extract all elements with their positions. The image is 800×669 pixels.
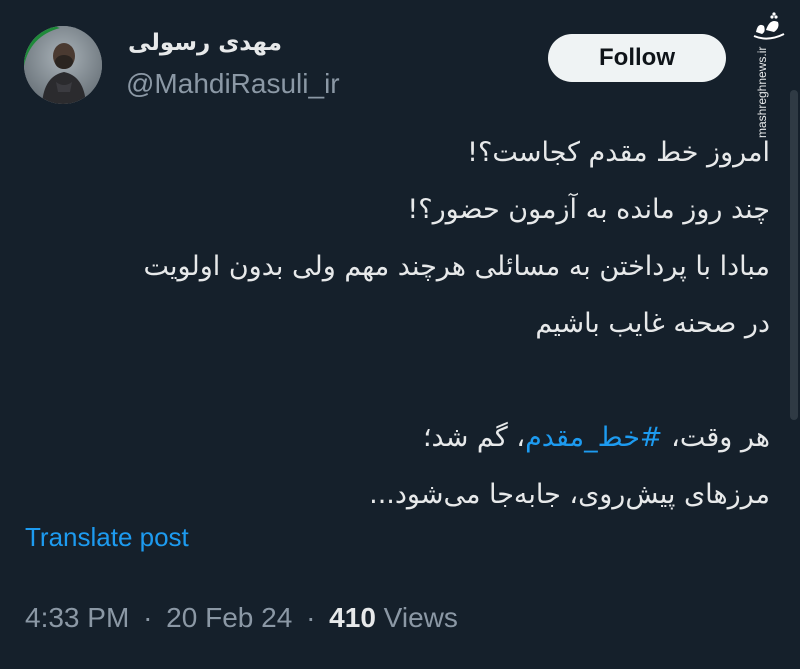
tweet-line-4: در صحنه غایب باشیم <box>535 308 770 339</box>
tweet-line-6: مرزهای پیش‌روی، جابه‌جا می‌شود... <box>369 479 770 510</box>
display-name[interactable]: مهدی رسولی <box>128 30 282 56</box>
meta-separator: · <box>143 602 153 633</box>
tweet-line-5: هر وقت، #خط_مقدم، گم شد؛ <box>30 409 770 466</box>
views-label: Views <box>383 602 458 633</box>
tweet-line-3: مبادا با پرداختن به مسائلی هرچند مهم ولی… <box>143 251 770 282</box>
tweet-text: امروز خط مقدم کجاست؟! چند روز مانده به آ… <box>30 124 770 523</box>
profile-photo-icon <box>24 26 102 104</box>
avatar[interactable] <box>24 26 102 104</box>
views-count[interactable]: 410 <box>329 602 376 633</box>
tweet-card: مهدی رسولی @MahdiRasuli_ir Follow mashre… <box>0 0 800 669</box>
hashtag-link[interactable]: #خط_مقدم <box>525 422 662 453</box>
tweet-line-5-prefix: هر وقت، <box>662 422 770 453</box>
tweet-line-2: چند روز مانده به آزمون حضور؟! <box>407 194 770 225</box>
user-handle[interactable]: @MahdiRasuli_ir <box>126 68 340 100</box>
tweet-time[interactable]: 4:33 PM <box>25 602 129 633</box>
meta-separator-2: · <box>306 602 316 633</box>
follow-button[interactable]: Follow <box>548 34 726 82</box>
tweet-date[interactable]: 20 Feb 24 <box>166 602 292 633</box>
tweet-meta: 4:33 PM · 20 Feb 24 · 410 Views <box>25 602 458 634</box>
mashregh-logo-icon <box>753 12 785 40</box>
translate-post-link[interactable]: Translate post <box>25 522 189 553</box>
scrollbar[interactable] <box>790 90 798 420</box>
tweet-line-1: امروز خط مقدم کجاست؟! <box>467 137 770 168</box>
tweet-line-5-suffix: ، گم شد؛ <box>422 422 526 453</box>
